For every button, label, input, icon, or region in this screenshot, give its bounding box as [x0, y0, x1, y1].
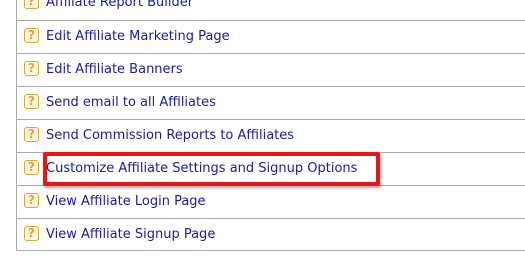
affiliate-report-builder-link[interactable]: Affiliate Report Builder [46, 0, 193, 10]
edit-affiliate-marketing-page-link[interactable]: Edit Affiliate Marketing Page [46, 29, 230, 44]
help-icon[interactable]: ? [24, 226, 39, 241]
help-icon[interactable]: ? [24, 127, 39, 142]
help-icon[interactable]: ? [24, 28, 39, 43]
view-affiliate-signup-page-link[interactable]: View Affiliate Signup Page [46, 227, 215, 242]
menu-row-report-builder: ? Affiliate Report Builder [16, 0, 525, 20]
send-email-to-affiliates-link[interactable]: Send email to all Affiliates [46, 95, 216, 110]
menu-row-send-email: ? Send email to all Affiliates [16, 86, 525, 119]
help-icon[interactable]: ? [24, 94, 39, 109]
help-icon[interactable]: ? [24, 193, 39, 208]
menu-row-login-page: ? View Affiliate Login Page [16, 185, 525, 218]
menu-row-marketing-page: ? Edit Affiliate Marketing Page [16, 20, 525, 53]
send-commission-reports-link[interactable]: Send Commission Reports to Affiliates [46, 128, 294, 143]
view-affiliate-login-page-link[interactable]: View Affiliate Login Page [46, 194, 206, 209]
menu-row-commission-reports: ? Send Commission Reports to Affiliates [16, 119, 525, 152]
edit-affiliate-banners-link[interactable]: Edit Affiliate Banners [46, 62, 183, 77]
help-icon[interactable]: ? [24, 160, 39, 175]
affiliate-menu: ? Affiliate Report Builder ? Edit Affili… [16, 0, 525, 251]
help-icon[interactable]: ? [24, 61, 39, 76]
menu-row-banners: ? Edit Affiliate Banners [16, 53, 525, 86]
menu-row-signup-page: ? View Affiliate Signup Page [16, 218, 525, 251]
help-icon[interactable]: ? [24, 0, 39, 9]
menu-row-customize-settings: ? Customize Affiliate Settings and Signu… [16, 152, 525, 185]
customize-affiliate-settings-link[interactable]: Customize Affiliate Settings and Signup … [46, 161, 357, 176]
